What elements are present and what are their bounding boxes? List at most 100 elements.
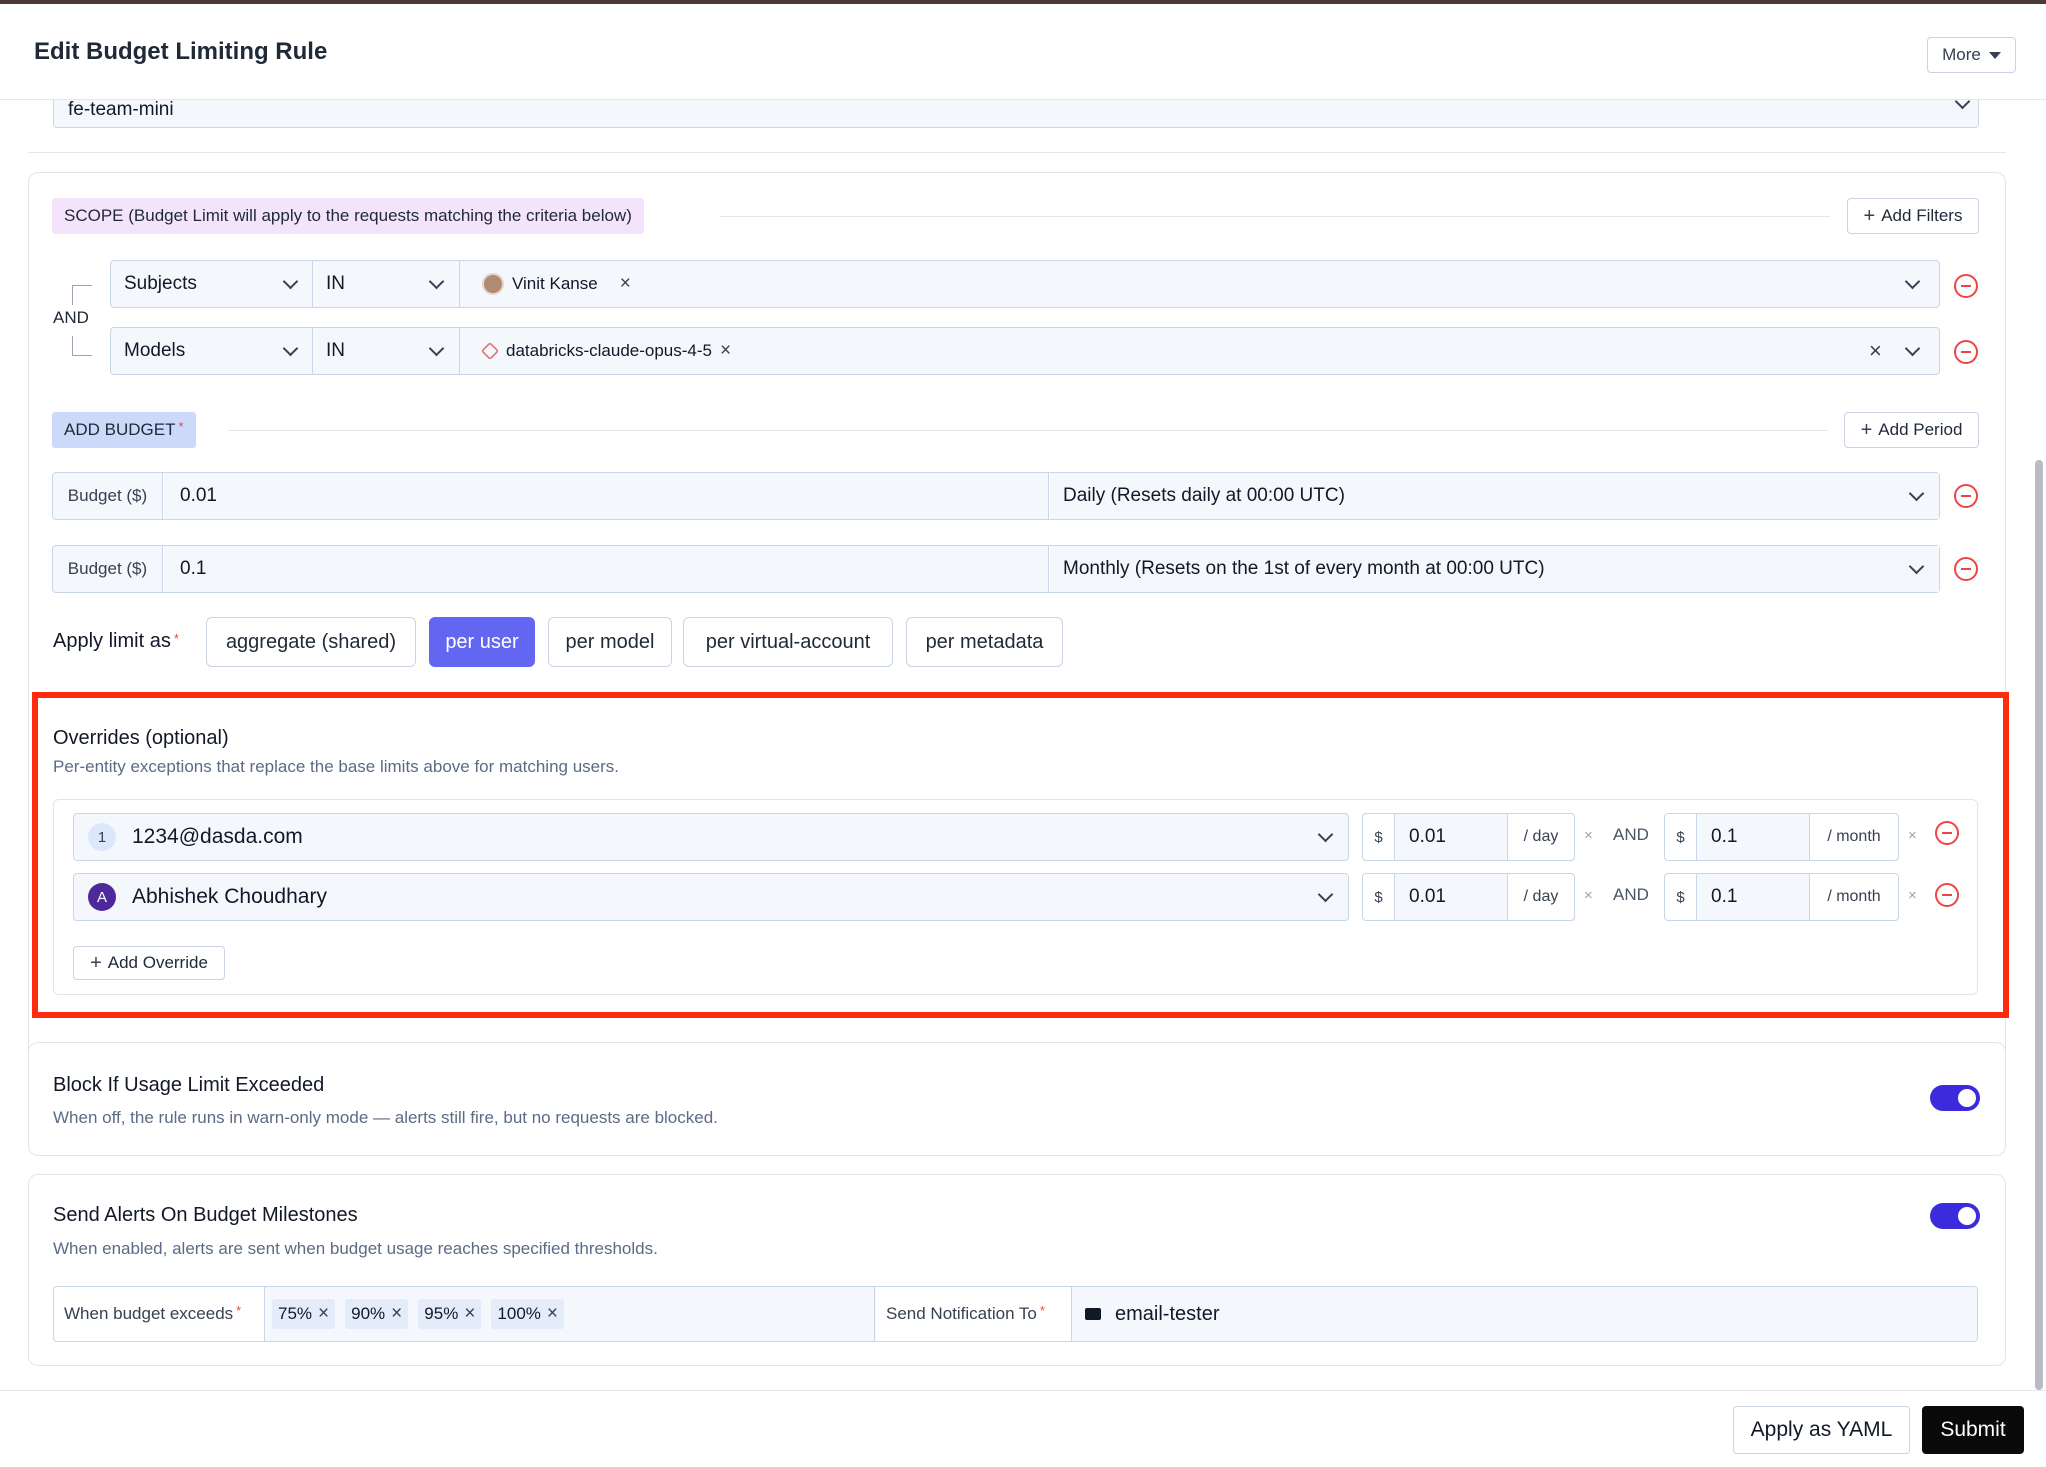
threshold-value: 90% (351, 1304, 386, 1323)
plus-icon: + (90, 952, 102, 974)
recipient-value: email-tester (1115, 1302, 1220, 1325)
threshold-tag: 75% × (272, 1299, 336, 1329)
scrollbar-thumb[interactable] (2035, 460, 2043, 1390)
apply-option-per-metadata[interactable]: per metadata (906, 617, 1063, 667)
override-daily-value: 0.01 (1395, 874, 1508, 920)
value-chip-label: Vinit Kanse (512, 274, 598, 293)
remove-filter-icon[interactable] (1954, 340, 1978, 364)
apply-option-per-model[interactable]: per model (548, 617, 672, 667)
value-chip-label: databricks-claude-opus-4-5 (506, 341, 712, 360)
remove-override-icon[interactable] (1935, 821, 1959, 845)
required-asterisk: * (236, 1302, 242, 1318)
alerts-subtitle: When enabled, alerts are sent when budge… (53, 1239, 658, 1258)
threshold-tag: 100% × (491, 1299, 565, 1329)
scope-label: SCOPE (Budget Limit will apply to the re… (52, 198, 644, 234)
remove-tag-icon[interactable]: × (464, 1303, 475, 1325)
per-day-suffix: / day (1508, 874, 1574, 920)
remove-tag-icon[interactable]: × (391, 1303, 402, 1325)
override-daily-input[interactable]: $ 0.01 / day (1362, 813, 1575, 861)
clear-all-icon[interactable]: × (1869, 338, 1882, 364)
overrides-title: Overrides (optional) (53, 727, 229, 749)
page-title: Edit Budget Limiting Rule (34, 38, 328, 65)
apply-as-yaml-button[interactable]: Apply as YAML (1733, 1406, 1910, 1454)
block-title: Block If Usage Limit Exceeded (53, 1074, 325, 1096)
threshold-tag: 95% × (418, 1299, 482, 1329)
budget-period-select[interactable]: Monthly (Resets on the 1st of every mont… (1050, 546, 1939, 592)
mail-icon (1085, 1308, 1101, 1320)
currency-prefix: $ (1665, 814, 1697, 860)
block-subtitle: When off, the rule runs in warn-only mod… (53, 1108, 718, 1127)
required-asterisk: * (178, 418, 184, 434)
budget-row: Budget ($) 0.1 Monthly (Resets on the 1s… (52, 545, 1940, 593)
value-chip: Vinit Kanse × (474, 268, 639, 300)
and-bracket-bottom (72, 336, 92, 356)
override-daily-input[interactable]: $ 0.01 / day (1362, 873, 1575, 921)
apply-limit-text: Apply limit as (53, 630, 171, 652)
budget-row: Budget ($) 0.01 Daily (Resets daily at 0… (52, 472, 1940, 520)
remove-chip-icon[interactable]: × (720, 340, 731, 362)
and-connector: AND (1613, 885, 1649, 904)
filter-field-select[interactable]: Subjects (110, 260, 313, 308)
times-icon: × (1584, 887, 1593, 904)
divider (228, 430, 1828, 431)
submit-button[interactable]: Submit (1922, 1406, 2024, 1454)
threshold-value: 95% (424, 1304, 459, 1323)
override-daily-value: 0.01 (1395, 814, 1508, 860)
filter-values-select[interactable]: Vinit Kanse × (460, 260, 1940, 308)
per-month-suffix: / month (1810, 874, 1898, 920)
alerts-toggle[interactable] (1930, 1203, 1980, 1229)
apply-option-per-user[interactable]: per user (429, 617, 535, 667)
threshold-value: 75% (278, 1304, 313, 1323)
notify-label-text: Send Notification To (886, 1304, 1037, 1323)
modal-header: Edit Budget Limiting Rule More (0, 4, 2046, 100)
add-filters-button[interactable]: + Add Filters (1847, 198, 1979, 234)
apply-option-aggregate[interactable]: aggregate (shared) (206, 617, 416, 667)
currency-prefix: $ (1665, 874, 1697, 920)
alerts-title: Send Alerts On Budget Milestones (53, 1204, 358, 1226)
plus-icon: + (1863, 205, 1876, 227)
divider (720, 216, 1830, 217)
threshold-tag: 90% × (345, 1299, 409, 1329)
required-asterisk: * (173, 631, 179, 646)
budget-period-select[interactable]: Daily (Resets daily at 00:00 UTC) (1050, 473, 1939, 519)
overrides-subtitle: Per-entity exceptions that replace the b… (53, 757, 620, 776)
remove-filter-icon[interactable] (1954, 274, 1978, 298)
remove-chip-icon[interactable]: × (620, 273, 631, 295)
block-card (28, 1042, 2006, 1156)
remove-override-icon[interactable] (1935, 883, 1959, 907)
budget-amount-input[interactable]: 0.01 (164, 473, 1049, 519)
override-monthly-input[interactable]: $ 0.1 / month (1664, 813, 1899, 861)
name-select[interactable]: fe-team-mini (53, 100, 1979, 128)
notify-label: Send Notification To * (876, 1287, 1072, 1341)
and-bracket-top (72, 285, 92, 305)
threshold-select[interactable]: 75% × 90% × 95% × 100% × (266, 1287, 875, 1341)
apply-limit-label: Apply limit as * (53, 630, 179, 653)
alert-config-row: When budget exceeds * 75% × 90% × 95% × 100%… (53, 1286, 1978, 1342)
value-chip: databricks-claude-opus-4-5 × (474, 335, 739, 367)
filter-values-select[interactable]: databricks-claude-opus-4-5 × (460, 327, 1940, 375)
add-budget-text: ADD BUDGET (64, 420, 176, 439)
budget-amount-input[interactable]: 0.1 (164, 546, 1049, 592)
override-monthly-input[interactable]: $ 0.1 / month (1664, 873, 1899, 921)
remove-tag-icon[interactable]: × (547, 1303, 558, 1325)
apply-option-per-virtual-account[interactable]: per virtual-account (683, 617, 893, 667)
add-override-label: Add Override (107, 953, 208, 972)
override-entity-value: Abhishek Choudhary (132, 885, 327, 908)
add-override-button[interactable]: + Add Override (73, 946, 225, 980)
remove-budget-icon[interactable] (1954, 557, 1978, 581)
remove-budget-icon[interactable] (1954, 484, 1978, 508)
filter-field-select[interactable]: Models (110, 327, 313, 375)
card-bottom-border (28, 152, 2006, 153)
override-entity-select[interactable]: 1 1234@dasda.com (73, 813, 1349, 861)
block-toggle[interactable] (1930, 1085, 1980, 1111)
override-entity-select[interactable]: A Abhishek Choudhary (73, 873, 1349, 921)
remove-tag-icon[interactable]: × (318, 1303, 329, 1325)
entity-badge: 1 (88, 823, 116, 851)
add-period-button[interactable]: + Add Period (1844, 412, 1979, 448)
currency-prefix: $ (1363, 874, 1395, 920)
add-period-label: Add Period (1878, 420, 1963, 439)
more-button[interactable]: More (1927, 37, 2016, 73)
currency-prefix: $ (1363, 814, 1395, 860)
threshold-value: 100% (497, 1304, 541, 1323)
recipient-select[interactable]: email-tester (1073, 1287, 1219, 1341)
